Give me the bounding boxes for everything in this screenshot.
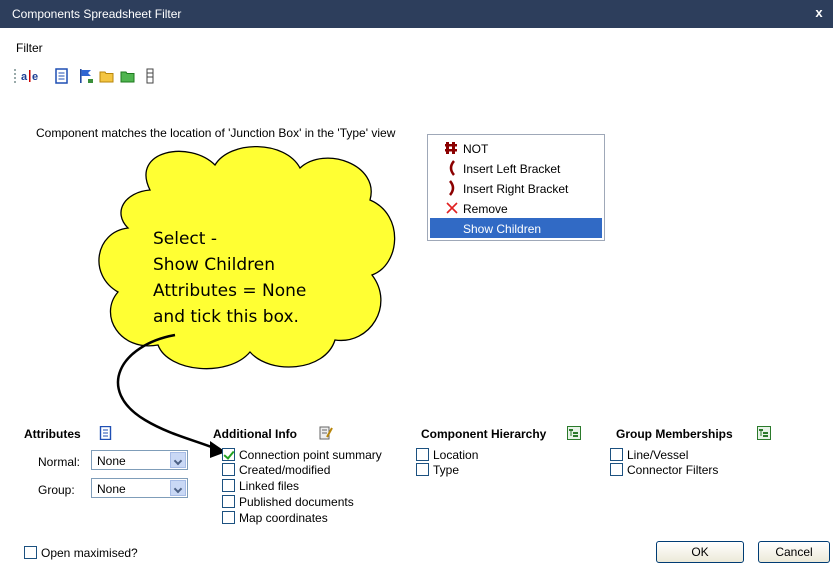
group-select-value: None (97, 482, 126, 496)
left-bracket-icon (449, 160, 455, 176)
folder-open-icon[interactable] (99, 68, 115, 84)
menu-item-label: Insert Right Bracket (463, 182, 569, 196)
callout-line: and tick this box. (153, 307, 299, 327)
checkbox-label: Connection point summary (239, 448, 382, 462)
callout-line: Attributes = None (153, 281, 307, 301)
flag-icon[interactable] (78, 68, 94, 84)
checkbox[interactable] (222, 463, 235, 476)
cancel-button[interactable]: Cancel (758, 541, 830, 563)
hierarchy-icon[interactable] (567, 426, 581, 440)
checkbox[interactable] (610, 463, 623, 476)
checkbox-label: Line/Vessel (627, 448, 689, 462)
menu-item-insert-right-bracket[interactable]: Insert Right Bracket (430, 178, 602, 198)
callout-text: Select - Show Children Attributes = None… (153, 226, 306, 330)
checkbox[interactable] (222, 495, 235, 508)
ok-button[interactable]: OK (656, 541, 744, 563)
document-icon[interactable] (99, 426, 113, 440)
normal-select[interactable]: None (91, 450, 188, 470)
checkbox-label: Published documents (239, 495, 354, 509)
callout-line: Select - (153, 229, 217, 249)
menu-item-label: NOT (463, 142, 489, 156)
svg-text:e: e (32, 71, 38, 83)
checkbox-label: Type (433, 463, 460, 477)
checkbox[interactable] (24, 546, 37, 559)
context-menu: NOT Insert Left Bracket Insert Right Bra… (427, 134, 605, 241)
checkbox[interactable] (416, 448, 429, 461)
checkbox[interactable] (222, 479, 235, 492)
and-or-icon[interactable]: a e (21, 68, 41, 84)
checkbox-label: Location (433, 448, 479, 462)
checkbox[interactable] (610, 448, 623, 461)
checkbox[interactable] (222, 448, 235, 461)
checkbox-label: Map coordinates (239, 511, 328, 525)
group-label: Group: (38, 483, 75, 497)
checkbox[interactable] (222, 511, 235, 524)
checkbox-label: Connector Filters (627, 463, 719, 477)
checkbox-label: Linked files (239, 479, 300, 493)
group-select[interactable]: None (91, 478, 188, 498)
additional-info-heading: Additional Info (213, 427, 297, 441)
normal-select-value: None (97, 454, 126, 468)
checkbox-label: Created/modified (239, 463, 331, 477)
normal-label: Normal: (38, 455, 81, 469)
filter-rule-text[interactable]: Component matches the location of 'Junct… (36, 126, 395, 140)
right-bracket-icon (449, 180, 455, 196)
menu-item-insert-left-bracket[interactable]: Insert Left Bracket (430, 158, 602, 178)
chevron-down-icon[interactable] (170, 452, 186, 468)
toolbar: a e (0, 60, 833, 90)
menu-item-label: Insert Left Bracket (463, 162, 561, 176)
remove-x-icon (446, 202, 458, 214)
component-hierarchy-heading: Component Hierarchy (421, 427, 547, 441)
menu-bar: Filter (0, 28, 833, 60)
checkbox-label: Open maximised? (41, 546, 138, 560)
menu-item-not[interactable]: NOT (430, 138, 602, 158)
callout-line: Show Children (153, 255, 276, 275)
checkbox[interactable] (416, 463, 429, 476)
toolbar-grip-icon (14, 69, 16, 83)
menu-filter[interactable]: Filter (16, 41, 43, 55)
menu-item-remove[interactable]: Remove (430, 198, 602, 218)
close-icon[interactable]: x (811, 5, 827, 21)
menu-item-label: Show Children (463, 222, 542, 236)
not-icon (445, 142, 457, 154)
menu-item-show-children[interactable]: Show Children (430, 218, 602, 238)
window-title: Components Spreadsheet Filter (12, 7, 182, 21)
chevron-down-icon[interactable] (170, 480, 186, 496)
hierarchy-icon[interactable] (757, 426, 771, 440)
column-icon[interactable] (143, 68, 159, 84)
title-bar: Components Spreadsheet Filter x (0, 0, 833, 28)
svg-text:a: a (21, 71, 28, 83)
edit-document-icon[interactable] (319, 426, 333, 440)
document-icon[interactable] (54, 68, 70, 84)
attributes-heading: Attributes (24, 427, 81, 441)
menu-item-label: Remove (463, 202, 508, 216)
group-memberships-heading: Group Memberships (616, 427, 733, 441)
folder-green-icon[interactable] (120, 68, 136, 84)
